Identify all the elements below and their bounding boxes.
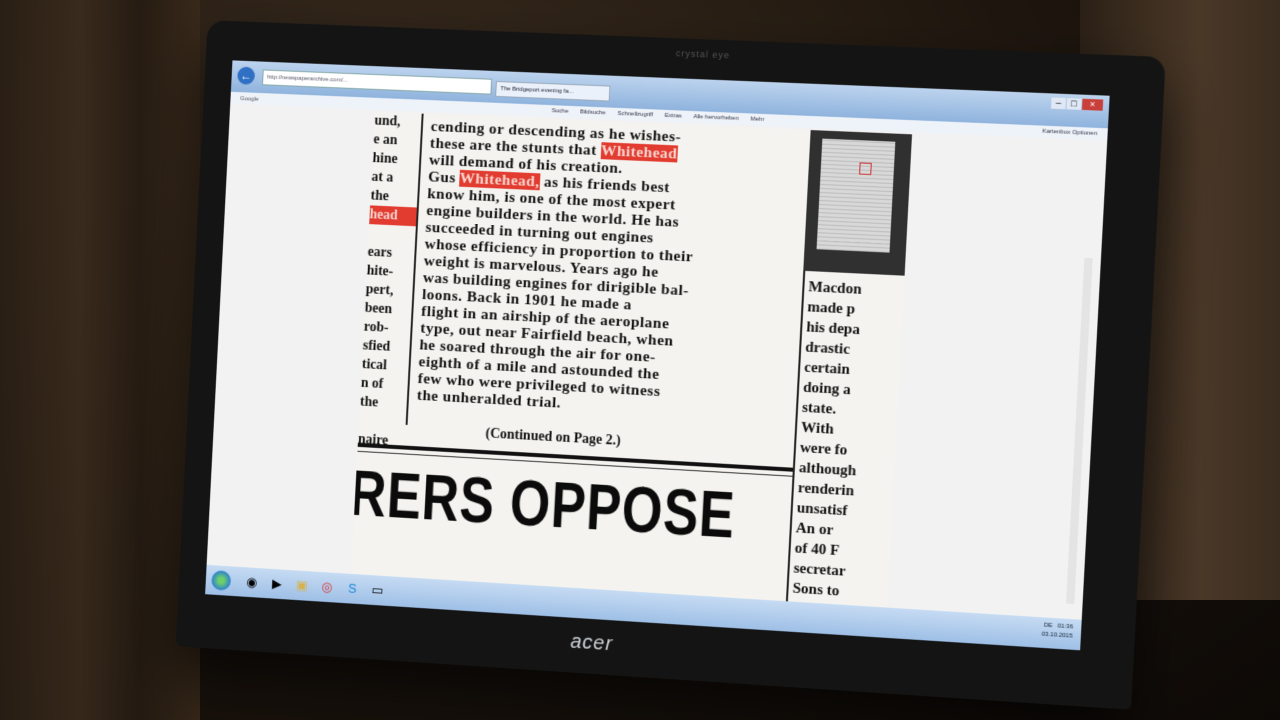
left-column-line: head — [369, 205, 417, 227]
window-controls: – □ × — [1050, 97, 1104, 111]
browser-tab[interactable]: The Bridgeport evening fa... — [495, 80, 611, 102]
fav-item[interactable]: Alle hervorheben — [693, 114, 739, 122]
address-bar[interactable]: http://newspaperarchive.com/... — [262, 69, 493, 95]
thumbnail-page — [816, 138, 896, 253]
left-column-line: pert, — [365, 282, 394, 299]
continued-note: (Continued on Page 2.) — [485, 426, 622, 449]
fav-item[interactable]: Mehr — [750, 116, 764, 123]
laptop: crystal eye ← http://newspaperarchive.co… — [175, 20, 1166, 710]
system-tray[interactable]: DE 01:36 03.10.2015 — [1041, 621, 1073, 641]
article-text: Gus — [427, 168, 461, 187]
main-article-column: cending or descending as he wishes-these… — [416, 118, 808, 424]
media-icon[interactable]: ▶ — [269, 576, 285, 593]
start-orb-icon[interactable] — [211, 570, 232, 591]
fav-item[interactable]: Schnellzugriff — [617, 111, 653, 118]
laptop-brand-logo: acer — [569, 630, 614, 656]
fav-item[interactable]: Suche — [551, 108, 568, 115]
maximize-button[interactable]: □ — [1066, 98, 1082, 110]
left-column-line: hine — [372, 151, 398, 168]
folder-icon[interactable]: ▣ — [294, 577, 310, 594]
right-tools[interactable]: Kartenbox Optionen — [1042, 126, 1098, 141]
close-button[interactable]: × — [1081, 98, 1104, 111]
screen: ← http://newspaperarchive.com/... The Br… — [205, 60, 1110, 651]
minimize-button[interactable]: – — [1050, 97, 1067, 110]
google-label: Google — [239, 96, 259, 103]
fav-item[interactable]: Bildsuche — [580, 109, 606, 116]
left-column-line: n of — [360, 375, 384, 392]
left-column-line: the — [359, 394, 379, 411]
left-column-line: tical — [361, 357, 388, 374]
page-thumbnail[interactable] — [803, 130, 913, 276]
left-column-line: at a — [371, 169, 394, 186]
left-column-line: und, — [374, 113, 401, 130]
left-column: und, e an hine at a the head ears hite-pert, be… — [358, 112, 422, 449]
left-column-line: the — [370, 188, 390, 205]
left-column-line: ears — [367, 244, 393, 261]
scrollbar[interactable] — [1066, 257, 1093, 605]
left-column-line: hite- — [366, 263, 394, 280]
left-column-line: rob- — [363, 319, 389, 336]
curtain-background — [0, 0, 200, 720]
date: 03.10.2015 — [1041, 631, 1073, 640]
newspaper-scan: und, e an hine at a the head ears hite-pert, be… — [351, 111, 913, 609]
chrome-icon[interactable]: ◎ — [319, 579, 335, 596]
back-arrow-icon[interactable]: ← — [237, 66, 256, 85]
left-column-line: been — [364, 300, 393, 318]
left-column-line — [368, 224, 416, 245]
window-icon[interactable]: ▭ — [369, 582, 385, 599]
language-indicator[interactable]: DE — [1044, 623, 1053, 630]
right-column: Macdon made p his depa drastic certain doing … — [790, 277, 904, 608]
clock: 01:36 — [1057, 623, 1074, 631]
skype-icon[interactable]: S — [344, 580, 360, 597]
headline: RERS OPPOSE — [351, 457, 737, 552]
left-column-line: sfied — [362, 338, 391, 355]
explorer-icon[interactable]: ◉ — [244, 574, 260, 591]
left-column-line: e an — [373, 132, 398, 149]
thumbnail-viewport[interactable] — [859, 162, 872, 176]
fav-item[interactable]: Extras — [664, 113, 681, 120]
webcam-label: crystal eye — [675, 48, 731, 61]
